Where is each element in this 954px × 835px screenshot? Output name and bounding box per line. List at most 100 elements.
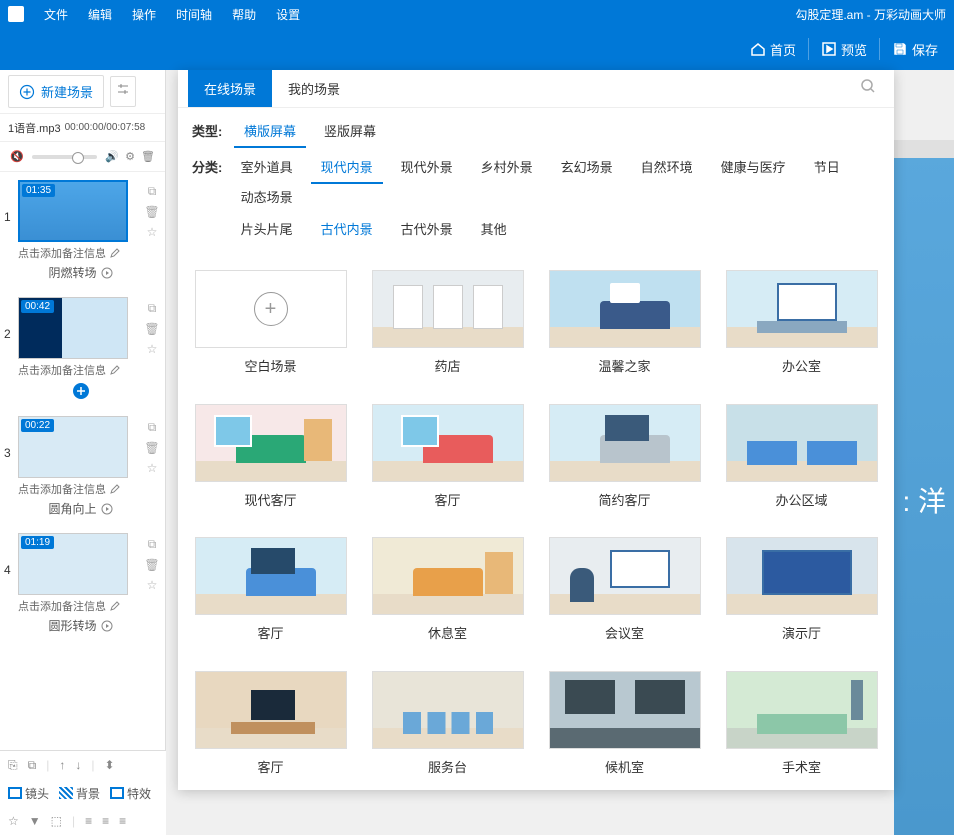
scene-note[interactable]: 点击添加备注信息 (18, 598, 143, 614)
copy-icon[interactable]: ⧉ (148, 301, 157, 316)
scene-grid-thumbnail[interactable] (372, 671, 524, 749)
tool-icon[interactable]: ⎘ (8, 758, 18, 773)
cat-modern-indoor[interactable]: 现代内景 (311, 154, 383, 184)
audio-delete-button[interactable]: 🗑 (139, 148, 157, 166)
copy-icon[interactable]: ⧉ (148, 420, 157, 435)
background-tool[interactable]: 背景 (59, 785, 100, 802)
scene-grid-item[interactable]: 客厅 (369, 404, 526, 514)
scene-grid-item[interactable]: 会议室 (546, 537, 703, 647)
scene-grid-item[interactable]: 简约客厅 (546, 404, 703, 514)
star-icon[interactable]: ☆ (147, 225, 158, 239)
type-portrait[interactable]: 竖版屏幕 (314, 118, 386, 148)
scene-grid-item[interactable]: 服务台 (369, 671, 526, 781)
scene-grid-thumbnail[interactable] (195, 537, 347, 615)
align-icon[interactable]: ≡ (102, 814, 109, 828)
mute-button[interactable]: 🔇 (8, 148, 26, 166)
home-button[interactable]: 首页 (740, 28, 806, 70)
audio-settings-button[interactable]: ⚙ (121, 148, 139, 166)
cat-outdoor-props[interactable]: 室外道具 (231, 154, 303, 184)
scene-grid-thumbnail[interactable] (372, 270, 524, 348)
scene-grid-item[interactable]: 客厅 (192, 537, 349, 647)
star-icon[interactable]: ☆ (147, 342, 158, 356)
scene-note[interactable]: 点击添加备注信息 (18, 481, 143, 497)
scene-grid-thumbnail[interactable]: + (195, 270, 347, 348)
delete-icon[interactable]: 🗑 (144, 205, 159, 219)
tab-online-scenes[interactable]: 在线场景 (188, 70, 272, 107)
scene-grid-thumbnail[interactable] (726, 270, 878, 348)
menu-help[interactable]: 帮助 (222, 6, 266, 23)
scene-transition[interactable]: 圆角向上 (18, 500, 143, 517)
scene-item[interactable]: 1 01:35 点击添加备注信息 阴燃转场 ⧉ 🗑 ☆ (0, 172, 165, 289)
scene-transition[interactable]: 阴燃转场 (18, 264, 143, 281)
scene-thumbnail[interactable]: 01:19 (18, 533, 128, 595)
volume-button[interactable]: 🔊 (103, 148, 121, 166)
type-landscape[interactable]: 横版屏幕 (234, 118, 306, 148)
scene-grid-item[interactable]: 手术室 (723, 671, 880, 781)
scene-item[interactable]: 3 00:22 点击添加备注信息 圆角向上 ⧉ 🗑 ☆ (0, 408, 165, 525)
scene-note[interactable]: 点击添加备注信息 (18, 245, 143, 261)
scene-thumbnail[interactable]: 01:35 (18, 180, 128, 242)
star-icon[interactable]: ☆ (147, 461, 158, 475)
tool-icon[interactable]: ⬚ (51, 814, 62, 828)
scene-item[interactable]: 4 01:19 点击添加备注信息 圆形转场 ⧉ 🗑 ☆ (0, 525, 165, 642)
scene-grid-item[interactable]: 休息室 (369, 537, 526, 647)
cat-other[interactable]: 其他 (471, 216, 517, 244)
cat-health[interactable]: 健康与医疗 (711, 154, 796, 184)
delete-icon[interactable]: 🗑 (144, 322, 159, 336)
scene-note[interactable]: 点击添加备注信息 (18, 362, 143, 378)
scene-grid-thumbnail[interactable] (549, 270, 701, 348)
menu-action[interactable]: 操作 (122, 6, 166, 23)
scene-grid-thumbnail[interactable] (549, 404, 701, 482)
scene-grid-item[interactable]: 候机室 (546, 671, 703, 781)
scene-grid-thumbnail[interactable] (549, 671, 701, 749)
effects-tool[interactable]: 特效 (110, 785, 151, 802)
cat-modern-outdoor[interactable]: 现代外景 (391, 154, 463, 184)
scene-transition[interactable]: 圆形转场 (18, 617, 143, 634)
copy-icon[interactable]: ⧉ (148, 537, 157, 552)
scene-thumbnail[interactable]: 00:22 (18, 416, 128, 478)
scene-grid-item[interactable]: 温馨之家 (546, 270, 703, 380)
scene-grid-thumbnail[interactable] (372, 404, 524, 482)
delete-icon[interactable]: 🗑 (144, 441, 159, 455)
cat-title[interactable]: 片头片尾 (231, 216, 303, 244)
move-up-icon[interactable]: ↑ (59, 758, 65, 772)
tool-icon[interactable]: ⧉ (28, 758, 37, 773)
scene-grid-thumbnail[interactable] (195, 671, 347, 749)
scene-grid-thumbnail[interactable] (549, 537, 701, 615)
cat-dynamic[interactable]: 动态场景 (231, 184, 303, 212)
move-down-icon[interactable]: ↓ (75, 758, 81, 772)
menu-file[interactable]: 文件 (34, 6, 78, 23)
scene-grid-item[interactable]: 客厅 (192, 671, 349, 781)
tab-my-scenes[interactable]: 我的场景 (272, 70, 356, 107)
menu-timeline[interactable]: 时间轴 (166, 6, 222, 23)
scene-grid-thumbnail[interactable] (372, 537, 524, 615)
menu-edit[interactable]: 编辑 (78, 6, 122, 23)
cat-ancient-outdoor[interactable]: 古代外景 (391, 216, 463, 244)
align-icon[interactable]: ≡ (119, 814, 126, 828)
add-scene-between[interactable] (18, 382, 143, 400)
cat-fantasy[interactable]: 玄幻场景 (551, 154, 623, 184)
scene-grid-item[interactable]: 演示厅 (723, 537, 880, 647)
cat-festival[interactable]: 节日 (804, 154, 850, 184)
scene-grid-thumbnail[interactable] (726, 537, 878, 615)
scene-grid-thumbnail[interactable] (726, 404, 878, 482)
lens-tool[interactable]: 镜头 (8, 785, 49, 802)
align-icon[interactable]: ≡ (85, 814, 92, 828)
scene-grid-item[interactable]: 现代客厅 (192, 404, 349, 514)
cat-ancient-indoor[interactable]: 古代内景 (311, 216, 383, 244)
scene-grid-thumbnail[interactable] (726, 671, 878, 749)
audio-slider[interactable] (32, 155, 97, 159)
scene-grid-item[interactable]: +空白场景 (192, 270, 349, 380)
menu-settings[interactable]: 设置 (266, 6, 310, 23)
save-button[interactable]: 保存 (882, 28, 948, 70)
copy-icon[interactable]: ⧉ (148, 184, 157, 199)
star-icon[interactable]: ☆ (147, 578, 158, 592)
tool-icon[interactable]: ⬍ (104, 758, 114, 772)
scene-item[interactable]: 2 00:42 点击添加备注信息 ⧉ 🗑 ☆ (0, 289, 165, 408)
cat-nature[interactable]: 自然环境 (631, 154, 703, 184)
scene-grid-thumbnail[interactable] (195, 404, 347, 482)
tool-icon[interactable]: ☆ (8, 814, 19, 828)
scene-options-button[interactable] (110, 76, 136, 107)
scene-thumbnail[interactable]: 00:42 (18, 297, 128, 359)
cat-rural-outdoor[interactable]: 乡村外景 (471, 154, 543, 184)
